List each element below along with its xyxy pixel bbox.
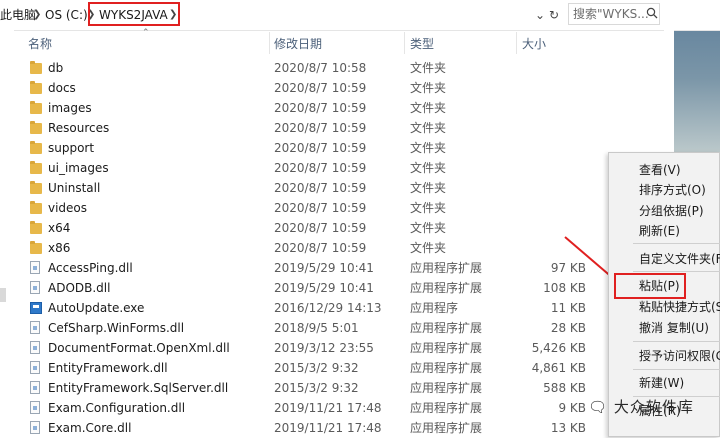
menu-item-grant-access[interactable]: 授予访问权限(G) [639,347,720,365]
watermark: 🗨 大众软件库 [588,396,694,417]
menu-item-customize[interactable]: 自定义文件夹(F) [639,250,720,268]
menu-item-group[interactable]: 分组依据(P) [639,202,704,220]
watermark-text: 大众软件库 [613,398,694,416]
paste-highlight-box [614,273,686,299]
menu-item-new[interactable]: 新建(W) [639,374,684,392]
menu-separator [633,369,720,370]
menu-item-sort[interactable]: 排序方式(O) [639,181,706,199]
menu-item-undo-copy[interactable]: 撤消 复制(U) [639,319,709,337]
menu-separator [633,271,720,272]
wechat-icon: 🗨 [588,398,609,416]
menu-item-refresh[interactable]: 刷新(E) [639,222,680,240]
menu-item-view[interactable]: 查看(V) [639,161,681,179]
menu-separator [633,243,720,244]
menu-item-paste-shortcut[interactable]: 粘贴快捷方式(S) [639,298,720,316]
menu-separator [633,341,720,342]
